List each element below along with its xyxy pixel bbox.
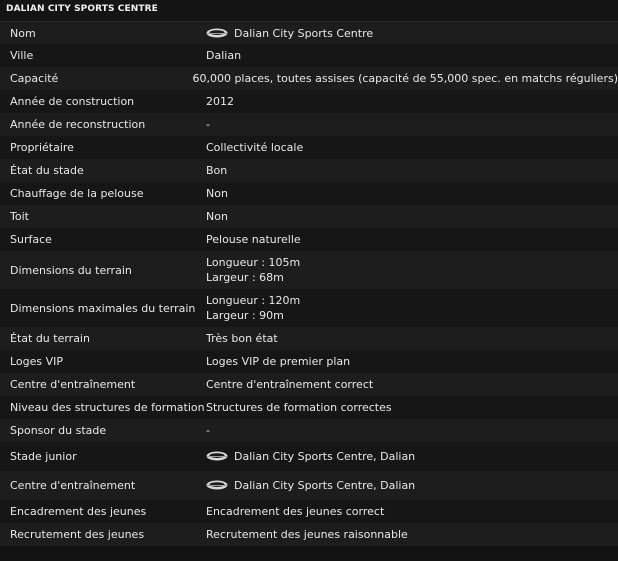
value-ville: Dalian <box>206 49 242 62</box>
row-etat-terrain: État du terrain Très bon état <box>0 327 618 350</box>
row-loges-vip: Loges VIP Loges VIP de premier plan <box>0 350 618 373</box>
label-stade-junior: Stade junior <box>10 450 77 463</box>
row-stade-junior: Stade junior Dalian City Sports Centre, … <box>0 442 618 471</box>
row-nom: Nom Dalian City Sports Centre <box>0 22 618 44</box>
row-centre-entrainement: Centre d'entraînement Centre d'entraînem… <box>0 373 618 396</box>
value-etat-stade: Bon <box>206 164 228 177</box>
label-recrutement-jeunes: Recrutement des jeunes <box>10 528 145 541</box>
dimension-largeur: Largeur : 68m <box>206 271 284 284</box>
value-capacite: 60,000 places, toutes assises (capacité … <box>192 72 618 85</box>
value-etat-terrain: Très bon état <box>206 332 278 345</box>
label-toit: Toit <box>10 210 29 223</box>
label-annee-construction: Année de construction <box>10 95 135 108</box>
dimension-longueur: Longueur : 105m <box>206 256 301 269</box>
label-loges-vip: Loges VIP <box>10 355 64 368</box>
stadium-icon <box>206 480 228 490</box>
value-nom[interactable]: Dalian City Sports Centre <box>195 27 618 40</box>
label-dimensions-max-terrain: Dimensions maximales du terrain <box>10 301 196 315</box>
row-annee-construction: Année de construction 2012 <box>0 90 618 113</box>
row-centre-entrainement-lieu: Centre d'entraînement Dalian City Sports… <box>0 471 618 500</box>
value-sponsor-stade: - <box>206 424 210 437</box>
label-nom: Nom <box>10 26 36 40</box>
stadium-icon <box>206 451 228 461</box>
label-proprietaire: Propriétaire <box>10 141 74 154</box>
value-chauffage-pelouse: Non <box>206 187 228 200</box>
row-annee-reconstruction: Année de reconstruction - <box>0 113 618 136</box>
value-proprietaire: Collectivité locale <box>206 141 304 154</box>
row-proprietaire: Propriétaire Collectivité locale <box>0 136 618 159</box>
row-chauffage-pelouse: Chauffage de la pelouse Non <box>0 182 618 205</box>
dimension-max-largeur: Largeur : 90m <box>206 309 284 322</box>
value-annee-construction: 2012 <box>206 95 234 108</box>
stadium-details-table: Nom Dalian City Sports Centre Ville Dali… <box>0 22 618 546</box>
row-dimensions-terrain: Dimensions du terrain Longueur : 105m La… <box>0 251 618 289</box>
training-centre-link[interactable]: Dalian City Sports Centre, Dalian <box>234 479 415 492</box>
value-loges-vip: Loges VIP de premier plan <box>206 355 351 368</box>
panel-title: DALIAN CITY SPORTS CENTRE <box>0 0 618 22</box>
row-ville: Ville Dalian <box>0 44 618 67</box>
value-centre-entrainement-lieu[interactable]: Dalian City Sports Centre, Dalian <box>195 479 618 492</box>
value-dimensions-terrain: Longueur : 105m Largeur : 68m <box>195 255 618 285</box>
label-capacite: Capacité <box>10 72 59 85</box>
label-structures-formation: Niveau des structures de formation <box>10 401 205 414</box>
value-dimensions-max-terrain: Longueur : 120m Largeur : 90m <box>195 293 618 323</box>
value-encadrement-jeunes: Encadrement des jeunes correct <box>206 505 385 518</box>
row-recrutement-jeunes: Recrutement des jeunes Recrutement des j… <box>0 523 618 546</box>
row-toit: Toit Non <box>0 205 618 228</box>
row-etat-stade: État du stade Bon <box>0 159 618 182</box>
row-sponsor-stade: Sponsor du stade - <box>0 419 618 442</box>
stadium-name-link[interactable]: Dalian City Sports Centre <box>234 27 373 40</box>
label-annee-reconstruction: Année de reconstruction <box>10 118 146 131</box>
label-centre-entrainement-lieu: Centre d'entraînement <box>10 479 136 492</box>
junior-stadium-link[interactable]: Dalian City Sports Centre, Dalian <box>234 450 415 463</box>
value-annee-reconstruction: - <box>206 118 210 131</box>
row-surface: Surface Pelouse naturelle <box>0 228 618 251</box>
row-dimensions-max-terrain: Dimensions maximales du terrain Longueur… <box>0 289 618 327</box>
label-etat-terrain: État du terrain <box>10 332 90 345</box>
label-chauffage-pelouse: Chauffage de la pelouse <box>10 187 144 200</box>
value-recrutement-jeunes: Recrutement des jeunes raisonnable <box>206 528 408 541</box>
value-stade-junior[interactable]: Dalian City Sports Centre, Dalian <box>195 450 618 463</box>
value-toit: Non <box>206 210 228 223</box>
row-structures-formation: Niveau des structures de formation Struc… <box>0 396 618 419</box>
value-centre-entrainement: Centre d'entraînement correct <box>206 378 374 391</box>
dimension-max-longueur: Longueur : 120m <box>206 294 301 307</box>
stadium-icon <box>206 28 228 38</box>
row-capacite: Capacité 60,000 places, toutes assises (… <box>0 67 618 90</box>
label-sponsor-stade: Sponsor du stade <box>10 424 107 437</box>
label-surface: Surface <box>10 233 52 246</box>
label-ville: Ville <box>10 49 34 62</box>
row-encadrement-jeunes: Encadrement des jeunes Encadrement des j… <box>0 500 618 523</box>
label-centre-entrainement: Centre d'entraînement <box>10 378 136 391</box>
value-structures-formation: Structures de formation correctes <box>206 401 392 414</box>
label-dimensions-terrain: Dimensions du terrain <box>10 263 132 277</box>
value-surface: Pelouse naturelle <box>206 233 301 246</box>
label-etat-stade: État du stade <box>10 164 84 177</box>
label-encadrement-jeunes: Encadrement des jeunes <box>10 505 147 518</box>
